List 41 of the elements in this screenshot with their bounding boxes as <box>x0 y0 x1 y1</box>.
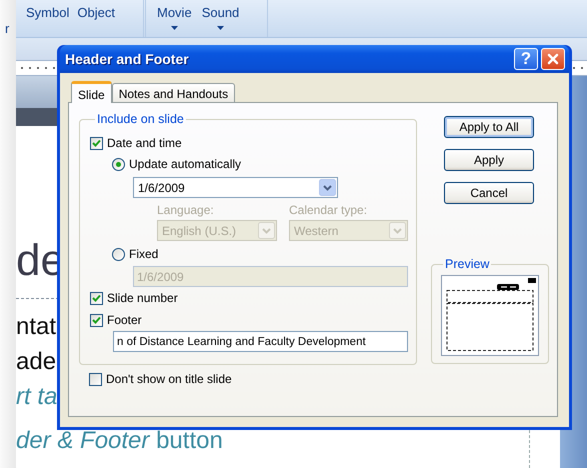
slide-text: rt ta <box>16 382 58 412</box>
dialog-button[interactable]: Apply to All <box>444 116 534 138</box>
slide-text: ntat <box>16 312 56 342</box>
checkbox-label[interactable]: Date and time <box>107 136 182 150</box>
tab[interactable]: Notes and Handouts <box>112 83 236 102</box>
dropdown[interactable]: 1/6/2009 <box>133 177 338 198</box>
ribbon-button[interactable]: Sound <box>202 5 240 30</box>
slide-text: der & Footer button <box>16 426 223 456</box>
ribbon-button[interactable]: Movie <box>157 5 192 30</box>
dialog-button[interactable]: Cancel <box>444 182 534 204</box>
chevron-down-icon <box>319 179 336 196</box>
tab[interactable]: Slide <box>71 81 112 103</box>
radio-button[interactable] <box>112 248 125 260</box>
checkbox[interactable] <box>90 314 103 326</box>
input-field[interactable]: n of Distance Learning and Faculty Development <box>113 331 408 352</box>
checkbox-label[interactable]: Slide number <box>107 291 178 305</box>
ribbon-button[interactable]: Symbol <box>26 5 70 20</box>
ribbon-button[interactable]: Object <box>77 5 115 20</box>
radio-label[interactable]: Fixed <box>129 247 158 261</box>
radio-label[interactable]: Update automatically <box>129 157 242 171</box>
checkbox[interactable] <box>90 292 103 304</box>
checkbox-label[interactable]: Don't show on title slide <box>106 372 232 386</box>
group-title: Include on slide <box>96 112 185 126</box>
check-icon <box>92 316 101 324</box>
field-label: Language: <box>157 203 215 217</box>
field-label: Calendar type: <box>289 203 368 217</box>
checkbox[interactable] <box>89 372 102 386</box>
checkbox-label[interactable]: Footer <box>107 313 142 327</box>
checkbox[interactable] <box>90 136 103 150</box>
radio-button[interactable] <box>112 158 125 170</box>
check-icon <box>92 139 101 147</box>
chevron-down-icon <box>389 222 406 239</box>
group-title: Preview <box>444 257 490 271</box>
chevron-down-icon <box>258 222 275 239</box>
slide-text: ade <box>16 347 56 377</box>
close-button[interactable] <box>541 48 565 70</box>
close-icon <box>547 53 559 65</box>
ribbon-label[interactable]: r <box>5 21 10 36</box>
dialog-button[interactable]: Apply <box>444 149 534 171</box>
check-icon <box>92 294 101 302</box>
window-title: Header and Footer <box>65 51 190 67</box>
